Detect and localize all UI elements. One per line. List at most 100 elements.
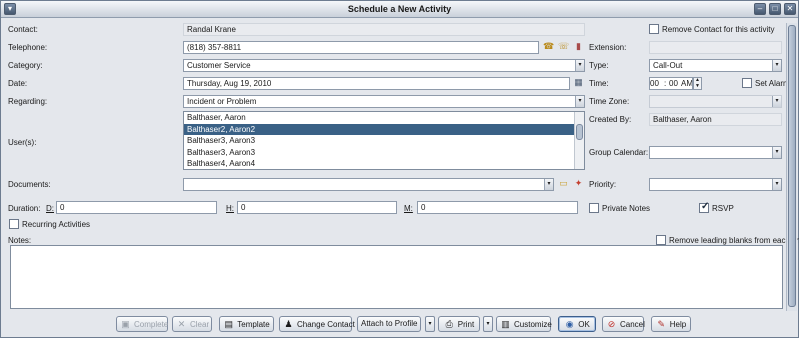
close-icon[interactable]: ✕ <box>784 3 796 15</box>
telephone-field[interactable]: (818) 357-8811 <box>183 41 539 54</box>
time-spinner[interactable]: ▲ ▼ <box>693 77 702 90</box>
maximize-icon[interactable]: □ <box>769 3 781 15</box>
change-contact-button-label: Change Contact <box>297 320 355 329</box>
phone-book-icon[interactable]: ☏ <box>558 41 569 52</box>
ok-button-label: OK <box>578 320 590 329</box>
private-notes-label: Private Notes <box>602 204 651 213</box>
users-list-scrollbar[interactable] <box>574 112 584 169</box>
cancel-icon: ⊘ <box>607 319 616 329</box>
extension-label: Extension: <box>589 43 627 52</box>
clear-icon: ✕ <box>177 319 186 329</box>
list-item[interactable]: Balthaser2, Aaron2 <box>184 123 584 135</box>
list-item[interactable]: Balthaser, Aaron <box>184 112 584 124</box>
regarding-value: Incident or Problem <box>187 97 257 106</box>
contact-field: Randal Krane <box>183 23 585 36</box>
private-notes-checkbox[interactable] <box>589 203 599 213</box>
category-select[interactable]: Customer Service ▾ <box>183 59 585 72</box>
clear-button[interactable]: ✕ Clear <box>172 316 212 332</box>
documents-select[interactable]: ▾ <box>183 178 554 191</box>
ok-button[interactable]: ◉ OK <box>558 316 596 332</box>
clear-button-label: Clear <box>190 320 210 329</box>
print-dropdown[interactable]: ▾ <box>483 316 493 332</box>
customize-button[interactable]: ▥ Customize <box>496 316 552 332</box>
priority-label: Priority: <box>589 180 617 189</box>
duration-minutes-field[interactable]: 0 <box>417 201 578 214</box>
time-minute: 00 <box>669 79 678 88</box>
remove-blanks-checkbox[interactable] <box>656 235 666 245</box>
duration-hours-label: H: <box>226 204 234 213</box>
dial-icon[interactable]: ▮ <box>573 41 584 52</box>
duration-days-label: D: <box>46 204 54 213</box>
notes-textarea[interactable] <box>10 245 783 309</box>
attach-to-profile-button-label: Attach to Profile <box>361 319 418 328</box>
set-alarm-checkbox[interactable] <box>742 78 752 88</box>
template-button[interactable]: ▤ Template <box>219 316 274 332</box>
notes-label: Notes: <box>8 236 32 245</box>
chevron-down-icon[interactable]: ▾ <box>772 179 781 190</box>
help-icon: ✎ <box>657 319 666 329</box>
list-item[interactable]: Balthaser3, Aaron3 <box>184 147 584 159</box>
time-ampm: AM <box>681 79 693 88</box>
list-item[interactable]: Balthaser4, Aaron4 <box>184 158 584 170</box>
priority-select[interactable]: ▾ <box>649 178 782 191</box>
documents-label: Documents: <box>8 180 51 189</box>
group-calendar-select[interactable]: ▾ <box>649 146 782 159</box>
category-label: Category: <box>8 61 43 70</box>
regarding-label: Regarding: <box>8 97 48 106</box>
time-separator: : <box>664 79 667 88</box>
time-hour: 00 <box>650 79 659 88</box>
chevron-down-icon[interactable]: ▾ <box>772 96 781 107</box>
title-bar: ▾ Schedule a New Activity – □ ✕ <box>1 1 798 18</box>
chevron-down-icon[interactable]: ▾ <box>772 60 781 71</box>
extension-field[interactable] <box>649 41 782 54</box>
set-alarm-label: Set Alarm <box>755 79 790 88</box>
print-button-label: Print <box>457 320 475 329</box>
users-list[interactable]: Balthaser, Aaron Balthaser2, Aaron2 Balt… <box>183 111 585 170</box>
date-field[interactable]: Thursday, Aug 19, 2010 <box>183 77 570 90</box>
duration-days-field[interactable]: 0 <box>56 201 217 214</box>
print-button[interactable]: ⎙ Print <box>438 316 480 332</box>
customize-icon: ▥ <box>501 319 510 329</box>
date-label: Date: <box>8 79 28 88</box>
time-zone-label: Time Zone: <box>589 97 630 106</box>
chevron-down-icon[interactable]: ▾ <box>575 60 584 71</box>
chevron-down-icon[interactable]: ▾ <box>575 96 584 107</box>
remove-contact-checkbox[interactable] <box>649 24 659 34</box>
complete-button[interactable]: ▣ Complete <box>116 316 168 332</box>
chevron-down-icon[interactable]: ▾ <box>544 179 553 190</box>
folder-icon[interactable]: ▭ <box>558 178 569 189</box>
help-button-label: Help <box>669 320 687 329</box>
regarding-select[interactable]: Incident or Problem ▾ <box>183 95 585 108</box>
time-field[interactable]: 00 : 00 AM <box>649 77 693 90</box>
rsvp-checkbox[interactable] <box>699 201 709 213</box>
attach-to-profile-button[interactable]: Attach to Profile <box>357 316 421 332</box>
attach-document-icon[interactable]: ✦ <box>573 178 584 189</box>
rsvp-label: RSVP <box>712 204 734 213</box>
calendar-icon[interactable]: ▦ <box>573 77 584 88</box>
change-contact-icon: ♟ <box>284 319 293 329</box>
users-list-scroll-thumb[interactable] <box>576 124 583 140</box>
form-scroll-thumb[interactable] <box>788 25 796 307</box>
template-button-label: Template <box>237 320 270 329</box>
spin-down-icon[interactable]: ▼ <box>694 83 701 90</box>
created-by-field: Balthaser, Aaron <box>649 113 782 126</box>
recurring-activities-checkbox[interactable] <box>9 219 19 229</box>
list-item[interactable]: Balthaser3, Aaron3 <box>184 135 584 147</box>
users-label: User(s): <box>8 138 37 147</box>
form-scrollbar[interactable] <box>786 23 797 311</box>
customize-button-label: Customize <box>514 320 552 329</box>
attach-to-profile-dropdown[interactable]: ▾ <box>425 316 435 332</box>
chevron-down-icon[interactable]: ▾ <box>772 147 781 158</box>
minimize-icon[interactable]: – <box>754 3 766 15</box>
time-zone-select[interactable]: ▾ <box>649 95 782 108</box>
print-icon: ⎙ <box>445 319 453 329</box>
type-select[interactable]: Call-Out ▾ <box>649 59 782 72</box>
complete-icon: ▣ <box>121 319 130 329</box>
cancel-button[interactable]: ⊘ Cancel <box>602 316 645 332</box>
help-button[interactable]: ✎ Help <box>651 316 691 332</box>
complete-button-label: Complete <box>134 320 169 329</box>
template-icon: ▤ <box>224 319 234 329</box>
change-contact-button[interactable]: ♟ Change Contact <box>279 316 355 332</box>
duration-hours-field[interactable]: 0 <box>237 201 397 214</box>
phone-icon[interactable]: ☎ <box>543 41 554 52</box>
